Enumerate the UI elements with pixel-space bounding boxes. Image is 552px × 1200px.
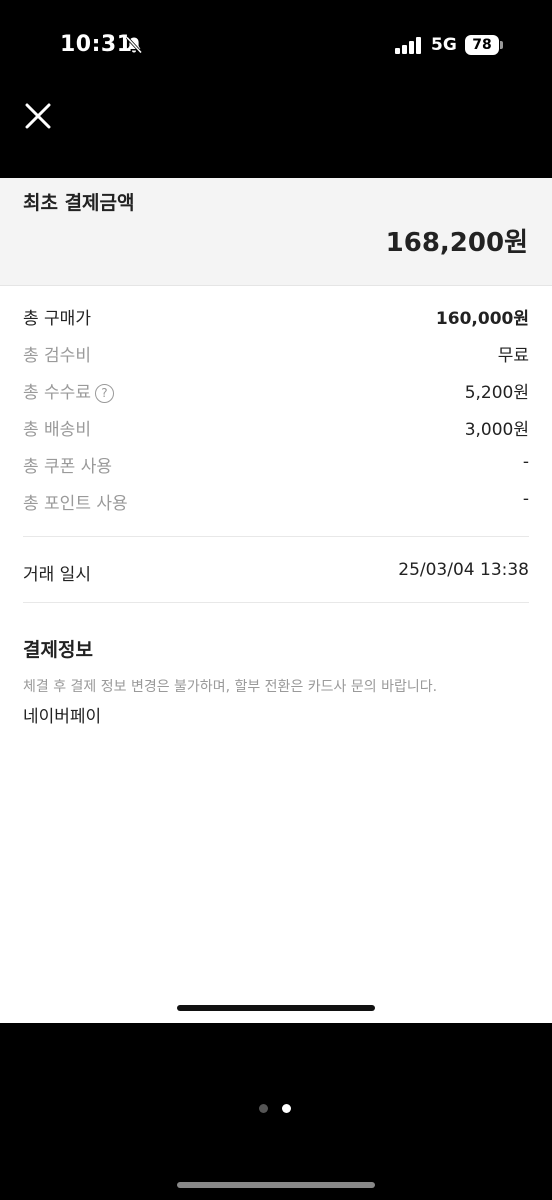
payment-notice: 체결 후 결제 정보 변경은 불가하며, 할부 전환은 카드사 문의 바랍니다. (23, 679, 438, 695)
fee-row-purchase: 총 구매가 160,000원 (23, 300, 529, 330)
summary-title: 최초 결제금액 (23, 192, 135, 214)
summary-amount: 168,200원 (385, 228, 528, 258)
battery-indicator: 78 (465, 35, 499, 55)
trade-label: 거래 일시 (23, 565, 91, 585)
divider (23, 602, 529, 603)
home-indicator (177, 1005, 375, 1011)
page-indicator (259, 1104, 299, 1114)
top-nav (0, 92, 552, 178)
fee-value: 3,000원 (464, 420, 529, 440)
trade-value: 25/03/04 13:38 (398, 560, 529, 580)
status-bar: 10:31 5G 78 (0, 0, 552, 92)
fee-label: 총 포인트 사용 (23, 494, 128, 514)
fee-row-shipping: 총 배송비 3,000원 (23, 411, 529, 441)
page-dot-active[interactable] (282, 1104, 291, 1113)
fee-row-points: 총 포인트 사용 - (23, 485, 529, 515)
signal-bars-icon (395, 37, 421, 54)
close-icon[interactable] (22, 100, 54, 132)
fee-row-coupon: 총 쿠폰 사용 - (23, 448, 529, 478)
bell-slash-icon (125, 36, 143, 54)
fee-label: 총 쿠폰 사용 (23, 457, 113, 477)
fee-label-wrap: 총 수수료? (23, 378, 114, 403)
fee-value: 무료 (497, 346, 529, 366)
payment-detail-sheet: 최초 결제금액 168,200원 총 구매가 160,000원 총 검수비 무료… (0, 178, 552, 1023)
payment-method: 네이버페이 (23, 707, 102, 727)
home-indicator (177, 1182, 375, 1188)
initial-payment-summary: 최초 결제금액 168,200원 (0, 178, 552, 286)
fee-value: 5,200원 (464, 383, 529, 403)
page-dot-inactive[interactable] (259, 1104, 268, 1113)
battery-tip (500, 41, 503, 49)
fee-value: 160,000원 (435, 309, 529, 329)
fee-row-inspection: 총 검수비 무료 (23, 337, 529, 367)
status-time: 10:31 (60, 32, 133, 57)
network-label: 5G (431, 35, 457, 55)
help-icon[interactable]: ? (94, 384, 114, 403)
fee-value: - (522, 452, 529, 472)
fee-label: 총 검수비 (23, 346, 91, 366)
payment-info-title: 결제정보 (23, 639, 93, 661)
fee-label: 총 배송비 (23, 420, 91, 440)
fee-label: 총 수수료 (23, 383, 91, 403)
fee-label: 총 구매가 (23, 309, 91, 329)
trade-datetime-row: 거래 일시 25/03/04 13:38 (23, 558, 529, 588)
fee-row-commission: 총 수수료? 5,200원 (23, 374, 529, 404)
divider (23, 536, 529, 537)
fee-value: - (522, 489, 529, 509)
